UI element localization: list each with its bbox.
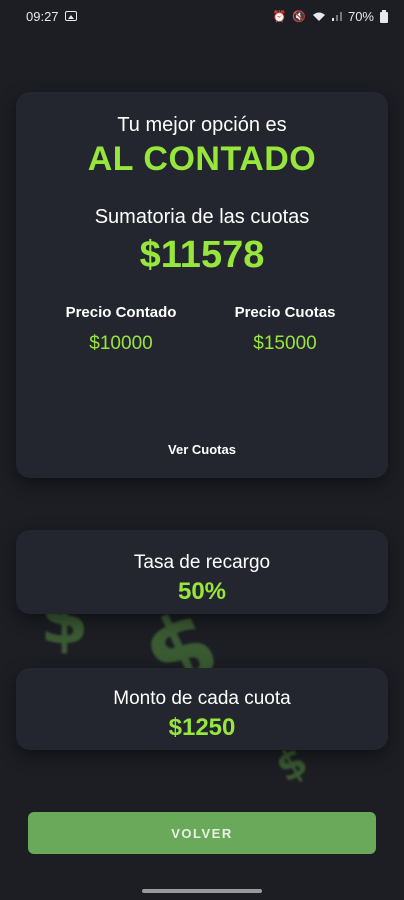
status-left: 09:27: [26, 9, 77, 24]
result-card: Tu mejor opción es AL CONTADO Sumatoria …: [16, 92, 388, 478]
battery-percent: 70%: [347, 8, 374, 24]
installments-price-value: $15000: [253, 333, 317, 354]
installment-value: $1250: [168, 714, 236, 741]
status-bar: 09:27 ⏰ 🔇 70%: [0, 0, 404, 32]
installments-price: Precio Cuotas $15000: [210, 304, 360, 355]
installments-price-label: Precio Cuotas: [234, 304, 336, 321]
sum-value: $11578: [139, 234, 265, 276]
sum-label: Sumatoria de las cuotas: [94, 206, 310, 228]
status-time: 09:27: [26, 8, 59, 24]
home-indicator[interactable]: [142, 889, 262, 893]
status-right: ⏰ 🔇 70%: [273, 9, 388, 24]
mute-icon: 🔇: [292, 10, 306, 23]
image-icon: [64, 11, 77, 21]
cash-price-label: Precio Contado: [65, 304, 177, 321]
ver-cuotas-link[interactable]: Ver Cuotas: [16, 442, 388, 457]
installment-card: Monto de cada cuota $1250: [16, 668, 388, 750]
cash-price: Precio Contado $10000: [46, 304, 196, 355]
alarm-icon: ⏰: [272, 10, 287, 23]
battery-icon: [380, 9, 388, 23]
surcharge-card: Tasa de recargo 50%: [16, 530, 388, 614]
surcharge-label: Tasa de recargo: [133, 552, 271, 573]
installment-label: Monto de cada cuota: [113, 688, 291, 709]
volver-button[interactable]: VOLVER: [28, 812, 376, 854]
headline: Tu mejor opción es: [117, 114, 287, 136]
wifi-icon: [312, 11, 326, 22]
surcharge-value: 50%: [177, 578, 227, 605]
signal-icon: [331, 11, 342, 21]
cash-price-value: $10000: [89, 333, 153, 354]
best-option-title: AL CONTADO: [87, 140, 317, 178]
